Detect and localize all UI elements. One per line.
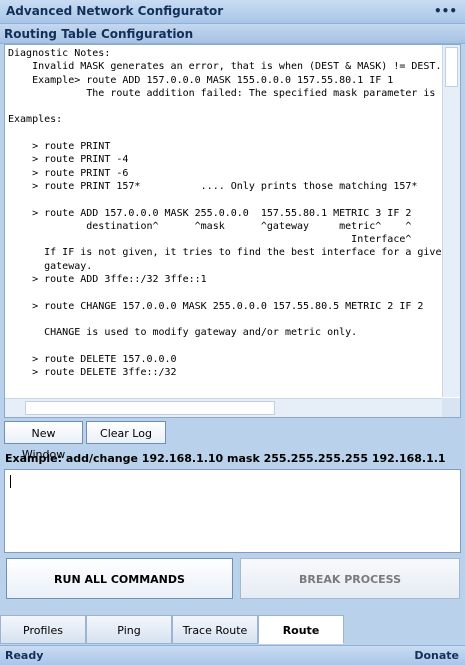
tab-route[interactable]: Route: [258, 615, 344, 644]
tab-ping[interactable]: Ping: [86, 615, 172, 644]
title-bar: Advanced Network Configurator •••: [0, 0, 465, 24]
text-cursor: [10, 475, 11, 488]
vertical-scrollbar[interactable]: [442, 45, 460, 397]
window-title: Advanced Network Configurator: [6, 4, 224, 18]
window-menu-icon[interactable]: •••: [434, 4, 457, 18]
status-text: Ready: [5, 649, 44, 662]
horizontal-scroll-thumb[interactable]: [25, 401, 275, 415]
section-header: Routing Table Configuration: [0, 24, 465, 44]
scroll-corner: [442, 398, 460, 417]
tab-bar: Profiles Ping Trace Route Route: [0, 615, 465, 645]
section-title: Routing Table Configuration: [4, 27, 194, 41]
new-window-button[interactable]: New Window: [4, 421, 83, 461]
run-all-commands-button[interactable]: RUN ALL COMMANDS: [6, 558, 233, 599]
break-process-button[interactable]: BREAK PROCESS: [240, 558, 460, 599]
clear-log-button[interactable]: Clear Log: [86, 421, 166, 444]
command-input[interactable]: [4, 469, 461, 553]
tab-trace-route[interactable]: Trace Route: [172, 615, 258, 644]
horizontal-scrollbar[interactable]: [5, 398, 442, 417]
output-log[interactable]: Diagnostic Notes: Invalid MASK generates…: [4, 44, 461, 418]
vertical-scroll-thumb[interactable]: [445, 47, 458, 87]
donate-link[interactable]: Donate: [414, 649, 459, 662]
output-log-text: Diagnostic Notes: Invalid MASK generates…: [8, 48, 442, 379]
tab-profiles[interactable]: Profiles: [0, 615, 86, 644]
example-hint: Example: add/change 192.168.1.10 mask 25…: [5, 452, 446, 465]
status-bar: Ready Donate: [0, 645, 465, 665]
